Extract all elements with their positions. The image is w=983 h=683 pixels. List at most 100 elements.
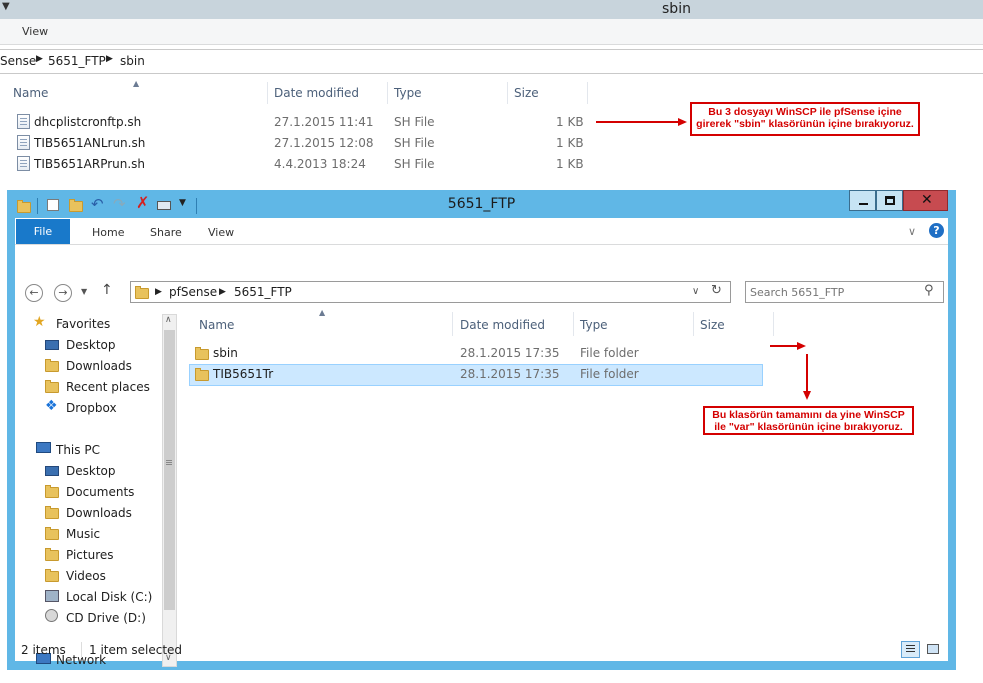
- navigation-pane: ★ Favorites Desktop Downloads Recent pla…: [15, 314, 162, 667]
- column-name[interactable]: Name: [199, 318, 234, 332]
- breadcrumb-item[interactable]: 5651_FTP: [234, 285, 292, 299]
- nav-item-downloads[interactable]: Downloads: [66, 506, 132, 520]
- help-icon[interactable]: ?: [929, 223, 944, 238]
- dropbox-icon: ❖: [45, 398, 58, 414]
- status-selected-count: 1 item selected: [89, 643, 183, 657]
- chevron-right-icon[interactable]: ▶: [36, 54, 43, 64]
- star-icon: ★: [33, 314, 46, 330]
- breadcrumb-item[interactable]: pfSense: [169, 285, 217, 299]
- file-date: 27.1.2015 12:08: [274, 136, 374, 150]
- sort-ascending-icon: ▲: [319, 308, 326, 317]
- address-bar[interactable]: ▶ pfSense ▶ 5651_FTP ∨ ↻: [130, 281, 731, 303]
- grip-icon: [166, 460, 172, 461]
- search-box[interactable]: ⚲: [745, 281, 944, 303]
- downloads-icon: [45, 359, 59, 372]
- refresh-icon[interactable]: ↻: [711, 283, 722, 298]
- list-item-selected[interactable]: TIB5651Tr 28.1.2015 17:35 File folder: [189, 364, 763, 386]
- nav-item-recent-places[interactable]: Recent places: [66, 380, 150, 394]
- chevron-down-icon[interactable]: ∨: [692, 286, 699, 297]
- column-divider[interactable]: [507, 82, 508, 104]
- nav-item-pictures[interactable]: Pictures: [66, 548, 114, 562]
- scrollbar[interactable]: ∧ ∨: [162, 314, 177, 667]
- desktop-icon: [45, 340, 59, 350]
- list-item[interactable]: sbin 28.1.2015 17:35 File folder: [189, 343, 771, 364]
- nav-item-music[interactable]: Music: [66, 527, 100, 541]
- annotation-arrow: [806, 354, 808, 392]
- bg-address-bar[interactable]: Sense ▶ 5651_FTP ▶ sbin: [0, 49, 983, 74]
- file-icon: [17, 156, 30, 171]
- bg-breadcrumb-item[interactable]: 5651_FTP: [48, 54, 106, 68]
- column-divider[interactable]: [693, 312, 694, 336]
- column-divider[interactable]: [573, 312, 574, 336]
- bg-column-type[interactable]: Type: [394, 86, 422, 100]
- annotation-note-bottom: Bu klasörün tamamını da yine WinSCP ile …: [703, 406, 914, 435]
- file-name: TIB5651ARPrun.sh: [34, 157, 146, 171]
- column-divider[interactable]: [773, 312, 774, 336]
- forward-button[interactable]: →: [54, 284, 72, 302]
- nav-item-downloads[interactable]: Downloads: [66, 359, 132, 373]
- chevron-right-icon[interactable]: ▶: [155, 287, 162, 297]
- file-name: TIB5651ANLrun.sh: [34, 136, 146, 150]
- column-divider[interactable]: [267, 82, 268, 104]
- column-divider[interactable]: [387, 82, 388, 104]
- tab-share[interactable]: Share: [150, 226, 182, 239]
- table-row[interactable]: dhcplistcronftp.sh 27.1.2015 11:41 SH Fi…: [0, 112, 588, 133]
- column-divider[interactable]: [587, 82, 588, 104]
- bg-breadcrumb-item[interactable]: Sense: [0, 54, 36, 68]
- divider: [81, 642, 82, 658]
- recent-places-icon: [45, 380, 59, 393]
- nav-favorites[interactable]: Favorites: [56, 317, 110, 331]
- annotation-line: Bu 3 dosyayı WinSCP ile pfSense içine: [708, 106, 902, 118]
- tab-home[interactable]: Home: [92, 226, 124, 239]
- tab-file[interactable]: File: [16, 219, 70, 244]
- bg-column-size[interactable]: Size: [514, 86, 539, 100]
- back-button[interactable]: ←: [25, 284, 43, 302]
- file-icon: [17, 114, 30, 129]
- bg-tab-view[interactable]: View: [22, 25, 48, 38]
- documents-icon: [45, 485, 59, 498]
- nav-item-desktop[interactable]: Desktop: [66, 338, 116, 352]
- column-size[interactable]: Size: [700, 318, 725, 332]
- file-size: 1 KB: [556, 136, 584, 150]
- minimize-button[interactable]: [849, 190, 876, 211]
- nav-item-desktop[interactable]: Desktop: [66, 464, 116, 478]
- nav-item-local-disk[interactable]: Local Disk (C:): [66, 590, 152, 604]
- chevron-right-icon[interactable]: ▶: [219, 287, 226, 297]
- annotation-arrow: [770, 345, 800, 347]
- maximize-button[interactable]: [876, 190, 903, 211]
- local-disk-icon: [45, 590, 59, 602]
- status-item-count: 2 items: [21, 643, 66, 657]
- column-type[interactable]: Type: [580, 318, 608, 332]
- bg-breadcrumb-item[interactable]: sbin: [120, 54, 145, 68]
- cd-drive-icon: [45, 609, 58, 622]
- details-view-button[interactable]: [901, 641, 920, 658]
- bg-column-date[interactable]: Date modified: [274, 86, 359, 100]
- nav-this-pc[interactable]: This PC: [56, 443, 100, 457]
- chevron-right-icon[interactable]: ▶: [106, 54, 113, 64]
- scroll-up-icon[interactable]: ∧: [165, 315, 172, 325]
- nav-item-documents[interactable]: Documents: [66, 485, 134, 499]
- bg-column-name[interactable]: Name: [13, 86, 48, 100]
- nav-item-dropbox[interactable]: Dropbox: [66, 401, 117, 415]
- music-icon: [45, 527, 59, 540]
- annotation-note-top: Bu 3 dosyayı WinSCP ile pfSense içine gi…: [690, 102, 920, 136]
- tab-view[interactable]: View: [208, 226, 234, 239]
- expand-ribbon-icon[interactable]: ∨: [908, 225, 916, 238]
- nav-item-videos[interactable]: Videos: [66, 569, 106, 583]
- folder-icon: [135, 286, 149, 299]
- file-type: SH File: [394, 157, 435, 171]
- close-button[interactable]: ✕: [903, 190, 948, 211]
- up-arrow-icon[interactable]: ↑: [101, 282, 113, 298]
- search-icon[interactable]: ⚲: [924, 283, 934, 298]
- nav-item-cd-drive[interactable]: CD Drive (D:): [66, 611, 146, 625]
- file-name: dhcplistcronftp.sh: [34, 115, 142, 129]
- scrollbar-thumb[interactable]: [164, 330, 175, 610]
- column-divider[interactable]: [452, 312, 453, 336]
- file-date: 27.1.2015 11:41: [274, 115, 374, 129]
- search-input[interactable]: [750, 284, 920, 300]
- column-date[interactable]: Date modified: [460, 318, 545, 332]
- recent-locations-icon[interactable]: ▼: [81, 287, 87, 296]
- large-icons-view-button[interactable]: [924, 641, 943, 658]
- table-row[interactable]: TIB5651ANLrun.sh 27.1.2015 12:08 SH File…: [0, 133, 588, 154]
- table-row[interactable]: TIB5651ARPrun.sh 4.4.2013 18:24 SH File …: [0, 154, 588, 175]
